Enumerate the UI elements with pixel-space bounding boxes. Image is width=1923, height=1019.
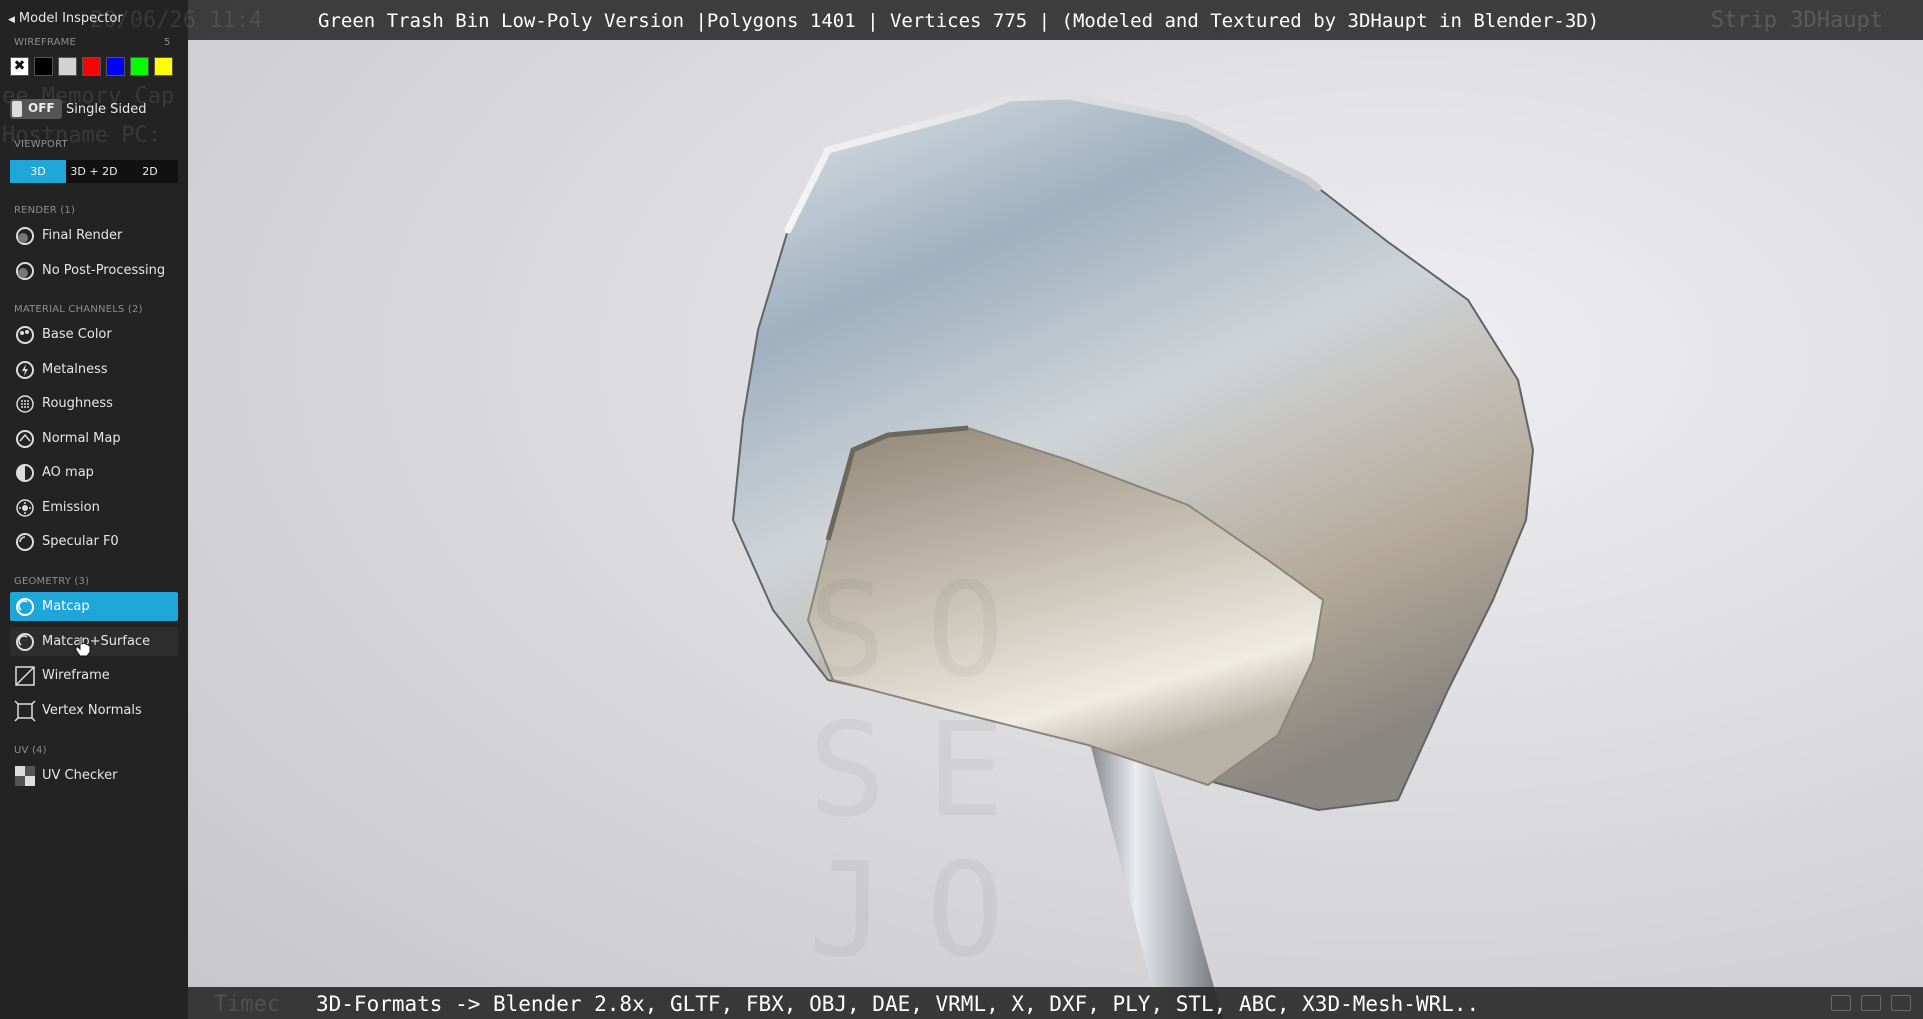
wireframe-item[interactable]: Wireframe [10,661,178,690]
viewport-3d-button[interactable]: 3D [10,160,66,183]
item-label: Matcap [42,599,90,614]
sphere-icon [14,531,36,553]
half-circle-icon [14,462,36,484]
toggle-knob [12,101,22,117]
swatch-white-selected[interactable]: ✖ [10,57,29,76]
vertex-normals-icon [14,699,36,722]
swatch-gray[interactable] [58,57,77,76]
uv-checker-item[interactable]: UV Checker [10,761,178,790]
swatch-green[interactable] [130,57,149,76]
single-sided-row: OFF Single Sided [10,99,146,119]
swatch-yellow[interactable] [154,57,173,76]
item-label: Base Color [42,327,112,342]
item-label: Emission [42,500,100,515]
model-inspector-panel: 20/06/26 11:4 ee Memory Cap Hostname PC:… [0,0,262,1019]
wireframe-icon [14,665,36,687]
inspector-header[interactable]: ◀ Model Inspector [8,11,123,26]
single-sided-toggle[interactable]: OFF [10,99,62,119]
specular-f0-item[interactable]: Specular F0 [10,527,178,556]
render-label: RENDER (1) [14,205,76,216]
base-color-item[interactable]: Base Color [10,320,178,349]
topbar-ghost-text: Strip 3DHaupt [1710,8,1883,33]
item-label: Matcap+Surface [42,634,151,649]
swatch-black[interactable] [34,57,53,76]
matcap-icon [14,631,36,653]
swatch-red[interactable] [82,57,101,76]
vr-icon[interactable] [1861,995,1881,1011]
emission-item[interactable]: Emission [10,493,178,522]
inspector-title: Model Inspector [18,11,123,26]
toggle-state: OFF [28,101,55,115]
item-label: Final Render [42,228,123,243]
normal-map-item[interactable]: Normal Map [10,424,178,453]
wireframe-count: 5 [164,37,171,48]
collapse-arrow-icon: ◀ [8,15,15,25]
geometry-label: GEOMETRY (3) [14,576,90,587]
viewport-2d-button[interactable]: 2D [122,160,178,183]
viewport-mode-group: 3D 3D + 2D 2D [10,160,178,183]
single-sided-label: Single Sided [66,101,147,117]
formats-text: 3D-Formats -> Blender 2.8x, GLTF, FBX, O… [316,992,1480,1016]
vertex-normals-item[interactable]: Vertex Normals [10,696,178,725]
item-label: Roughness [42,396,113,411]
metalness-item[interactable]: Metalness [10,355,178,384]
item-label: AO map [42,465,94,480]
help-icon[interactable] [1831,995,1851,1011]
viewport-watermark: SO SE JO [808,560,1608,980]
formats-bar: Marker <none> Timec 3D-Formats -> Blende… [0,987,1923,1019]
sun-icon [14,497,36,519]
viewer-controls [1831,995,1911,1011]
matcap-item[interactable]: Matcap [10,592,178,621]
lightning-icon [14,359,36,381]
item-label: Vertex Normals [42,703,142,718]
checker-icon [14,765,36,787]
roughness-item[interactable]: Roughness [10,389,178,418]
uv-label: UV (4) [14,745,47,756]
render-circle-icon [14,225,36,247]
wireframe-color-swatches: ✖ [10,57,173,76]
palette-icon [14,324,36,346]
final-render-item[interactable]: Final Render [10,221,178,250]
item-label: No Post-Processing [42,263,166,278]
fullscreen-icon[interactable] [1891,995,1911,1011]
swatch-blue[interactable] [106,57,125,76]
material-channels-label: MATERIAL CHANNELS (2) [14,304,143,315]
item-label: UV Checker [42,768,118,783]
3d-viewport[interactable]: SO SE JO [188,0,1923,1019]
matcap-surface-item[interactable]: Matcap+Surface [10,627,178,656]
viewport-3d-2d-button[interactable]: 3D + 2D [66,160,122,183]
item-label: Metalness [42,362,108,377]
viewport-label: VIEWPORT [14,139,68,150]
model-title: Green Trash Bin Low-Poly Version |Polygo… [318,10,1600,32]
render-circle-icon [14,260,36,282]
item-label: Specular F0 [42,534,119,549]
no-post-processing-item[interactable]: No Post-Processing [10,256,178,285]
wireframe-label: WIREFRAME [14,37,76,48]
item-label: Wireframe [42,668,110,683]
title-bar: Green Trash Bin Low-Poly Version |Polygo… [0,0,1923,40]
normal-map-icon [14,428,36,450]
hand-cursor-icon [75,635,91,657]
ao-map-item[interactable]: AO map [10,458,178,487]
matcap-icon [14,596,36,618]
dots-grid-icon [14,393,36,415]
item-label: Normal Map [42,431,121,446]
